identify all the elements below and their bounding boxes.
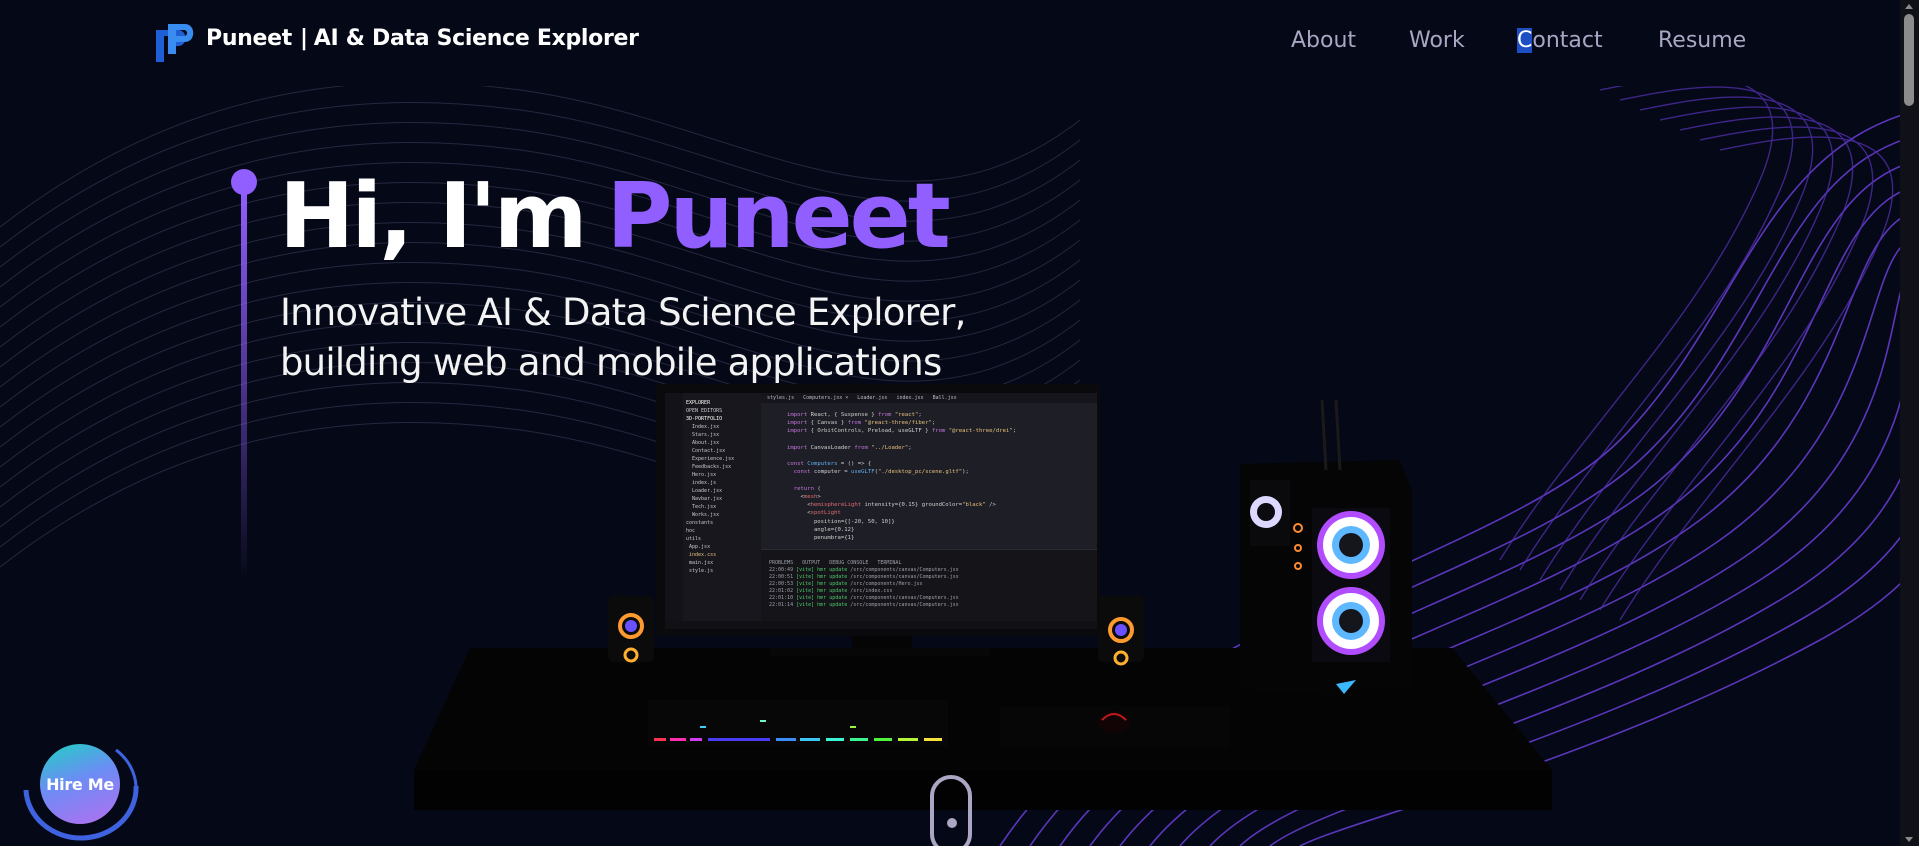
page-scrollbar[interactable] xyxy=(1900,0,1919,846)
hero-subtitle-line-1: Innovative AI & Data Science Explorer, xyxy=(280,291,966,334)
ide-status-bar xyxy=(665,621,1097,629)
p-monogram-logo-icon[interactable] xyxy=(154,22,196,64)
brand-name: Puneet xyxy=(206,26,293,51)
portfolio-page: Puneet | AI & Data Science Explorer About … xyxy=(0,0,1919,846)
nav-link-resume[interactable]: Resume xyxy=(1658,28,1746,53)
contact-label-rest: ontact xyxy=(1532,28,1603,53)
top-navigation: Puneet | AI & Data Science Explorer About … xyxy=(0,0,1900,86)
hero-subtitle-line-2: building web and mobile applications xyxy=(280,341,942,384)
hero-name: Puneet xyxy=(606,164,951,269)
hero-subtitle: Innovative AI & Data Science Explorer, b… xyxy=(280,288,966,388)
hero-greeting: Hi, I'm xyxy=(279,164,588,269)
ide-code-editor: styles.js Computers.jsx × Loader.jsx ind… xyxy=(761,393,1097,549)
ide-file-explorer: EXPLORER OPEN EDITORS 3D-PORTFOLIO Index… xyxy=(683,393,761,629)
scroll-dot xyxy=(947,818,957,828)
hero-accent-line xyxy=(231,169,257,582)
brand-title[interactable]: Puneet | AI & Data Science Explorer xyxy=(206,26,639,51)
ide-activity-bar xyxy=(665,393,683,629)
scroll-down-arrow-icon[interactable] xyxy=(1905,837,1913,842)
ide-terminal: PROBLEMS OUTPUT DEBUG CONSOLE TERMINAL 2… xyxy=(761,549,1097,629)
scrollbar-thumb[interactable] xyxy=(1904,14,1914,106)
brand-tagline: AI & Data Science Explorer xyxy=(313,26,639,51)
scroll-up-arrow-icon[interactable] xyxy=(1905,4,1913,9)
brand-separator: | xyxy=(300,26,308,51)
hire-me-button[interactable]: Hire Me xyxy=(40,744,120,824)
nav-link-about[interactable]: About xyxy=(1291,28,1356,53)
mouse-scroll-icon[interactable] xyxy=(930,775,972,846)
contact-selected-letter: C xyxy=(1517,28,1533,53)
nav-link-contact[interactable]: Contact xyxy=(1517,28,1603,53)
monitor-screen: EXPLORER OPEN EDITORS 3D-PORTFOLIO Index… xyxy=(662,390,1100,632)
hero-heading: Hi, I'm Puneet xyxy=(279,164,951,270)
nav-link-work[interactable]: Work xyxy=(1409,28,1465,53)
